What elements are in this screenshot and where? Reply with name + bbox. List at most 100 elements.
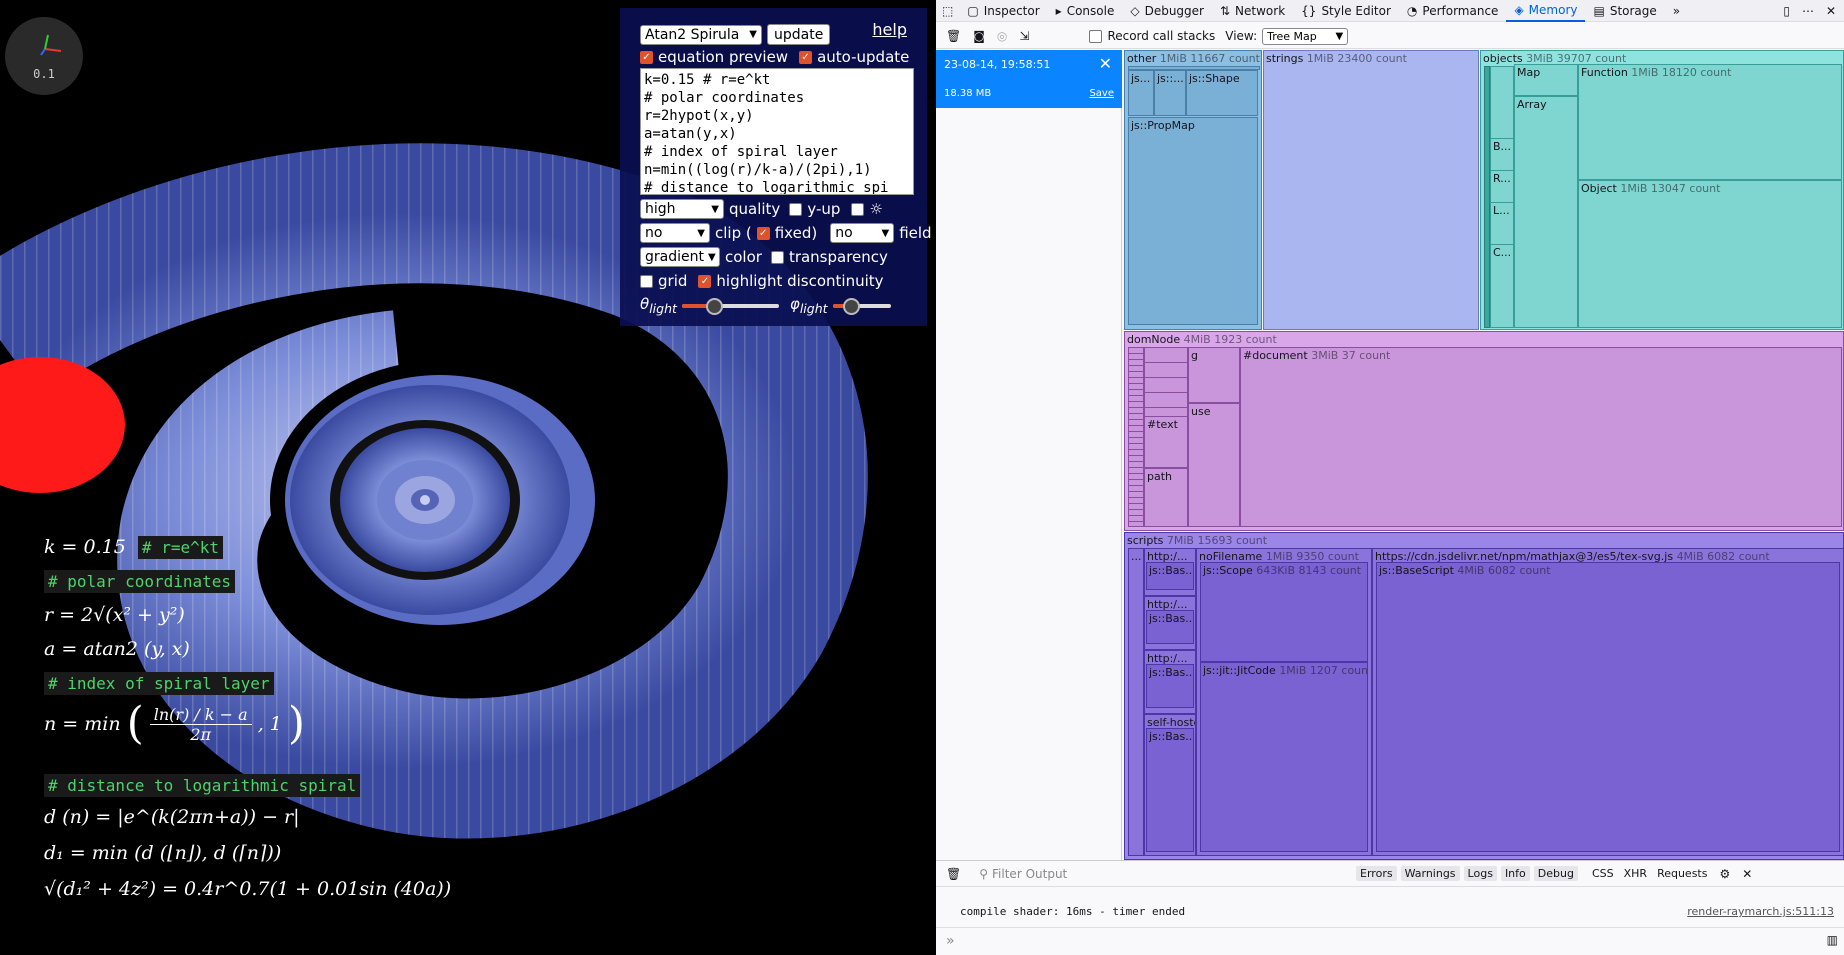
slider-knob[interactable]: [705, 297, 723, 315]
treemap-node[interactable]: js::Bas...: [1146, 728, 1194, 852]
menu-icon[interactable]: ⋯: [1802, 4, 1814, 18]
filter-css[interactable]: CSS: [1592, 867, 1614, 880]
treemap-node[interactable]: Function 1MiB 18120 count: [1578, 64, 1842, 180]
treemap-node[interactable]: #document 3MiB 37 count: [1240, 347, 1842, 527]
auto-update-checkbox[interactable]: ✓: [799, 50, 813, 64]
tab-debugger[interactable]: ◇ Debugger: [1122, 0, 1212, 22]
code-line: # distance to logarithmic spi: [644, 180, 889, 195]
filter-warnings[interactable]: Warnings: [1400, 866, 1460, 881]
tab-memory[interactable]: ◈ Memory: [1506, 0, 1586, 22]
gear-icon[interactable]: ⚙: [1719, 867, 1730, 881]
filter-info[interactable]: Info: [1500, 866, 1530, 881]
light-checkbox[interactable]: [851, 202, 865, 216]
fixed-label: fixed): [774, 224, 818, 242]
slider-knob[interactable]: [842, 297, 860, 315]
treemap-node[interactable]: path: [1144, 468, 1188, 527]
console-source-link[interactable]: render-raymarch.js:511:13: [1687, 905, 1834, 918]
node-info: 643KiB 8143 count: [1256, 564, 1362, 577]
y-up-checkbox[interactable]: [789, 202, 803, 216]
dock-icon[interactable]: ▯: [1783, 4, 1790, 18]
memory-toolbar: 🗑 ◙ ◎ ⇲ Record call stacks View: Tree Ma…: [936, 24, 1844, 49]
treemap-node[interactable]: strings 1MiB 23400 count: [1263, 50, 1479, 330]
tab-inspector[interactable]: ▢ Inspector: [959, 0, 1047, 22]
tab-network[interactable]: ⇅ Network: [1212, 0, 1293, 22]
close-icon[interactable]: ✕: [1826, 4, 1836, 18]
treemap-node[interactable]: Map: [1514, 64, 1578, 96]
tab-console[interactable]: ▸ Console: [1048, 0, 1123, 22]
filter-requests[interactable]: Requests: [1657, 867, 1707, 880]
highlight-discontinuity-checkbox[interactable]: ✓: [698, 274, 712, 288]
tab-performance[interactable]: ◔ Performance: [1399, 0, 1507, 22]
treemap-node[interactable]: js::BaseScript 4MiB 6082 count: [1376, 562, 1840, 852]
treemap-node[interactable]: js::Bas...: [1146, 610, 1194, 644]
help-link[interactable]: help: [872, 20, 907, 39]
node-label: scripts: [1127, 534, 1164, 547]
treemap-node[interactable]: C...: [1490, 244, 1514, 328]
treemap-node[interactable]: Array: [1514, 96, 1578, 328]
axis-gizmo[interactable]: 0.1: [5, 17, 83, 95]
preset-select[interactable]: Atan2 Spirula ▼: [640, 24, 762, 45]
treemap-node[interactable]: js...: [1128, 70, 1154, 116]
pick-element-icon[interactable]: ⬚: [936, 0, 959, 22]
close-icon[interactable]: ✕: [1742, 867, 1752, 881]
grid-checkbox[interactable]: [640, 274, 653, 288]
treemap-node[interactable]: js::Bas...: [1146, 562, 1194, 590]
fixed-checkbox[interactable]: ✓: [756, 226, 770, 240]
filter-xhr[interactable]: XHR: [1624, 867, 1647, 880]
node-label: Array: [1517, 98, 1547, 111]
editor-mode-icon[interactable]: ▥: [1827, 933, 1838, 947]
eq-denominator: 2π: [190, 724, 212, 744]
treemap-node[interactable]: js::Scope 643KiB 8143 count: [1200, 562, 1368, 662]
clip-select[interactable]: no ▼: [640, 223, 710, 243]
import-icon[interactable]: ⇲: [1019, 29, 1029, 43]
console-input[interactable]: [964, 931, 1814, 951]
treemap-node[interactable]: js::PropMap: [1128, 117, 1258, 325]
equation-preview-checkbox[interactable]: ✓: [640, 50, 653, 64]
filter-logs[interactable]: Logs: [1463, 866, 1497, 881]
snapshot-item[interactable]: 23-08-14, 19:58:51 ✕ 18.38 MB Save: [936, 50, 1122, 108]
camera-icon[interactable]: ◙: [973, 29, 985, 43]
treemap-node[interactable]: use: [1188, 403, 1240, 527]
treemap-node[interactable]: #text: [1144, 416, 1188, 468]
color-select[interactable]: gradient ▼: [640, 247, 720, 267]
close-icon[interactable]: ✕: [1099, 54, 1112, 73]
treemap-node[interactable]: [1128, 347, 1144, 527]
update-button[interactable]: update: [767, 24, 831, 45]
filter-debug[interactable]: Debug: [1533, 866, 1578, 881]
node-label: #document: [1243, 349, 1308, 362]
equation-editor[interactable]: k=0.15 # r=e^kt # polar coordinates r=2h…: [640, 68, 914, 195]
treemap-node[interactable]: Object 1MiB 13047 count: [1578, 180, 1842, 328]
treemap-node[interactable]: g: [1188, 347, 1240, 403]
tab-style-editor[interactable]: {} Style Editor: [1293, 0, 1399, 22]
record-call-stacks-checkbox[interactable]: [1089, 29, 1103, 43]
transparency-checkbox[interactable]: [770, 250, 784, 264]
render-viewport[interactable]: 0.1 Atan2 Spirula ▼ update help ✓ equatio…: [0, 0, 936, 955]
record-icon[interactable]: ◎: [997, 29, 1007, 43]
treemap-node[interactable]: js::Bas...: [1146, 664, 1194, 708]
treemap-node[interactable]: R...: [1490, 170, 1514, 204]
chevron-down-icon: ▼: [697, 227, 705, 239]
treemap-node[interactable]: js::...: [1154, 70, 1186, 116]
save-link[interactable]: Save: [1089, 88, 1114, 99]
theta-light-slider[interactable]: [681, 297, 779, 315]
quality-select[interactable]: high ▼: [640, 199, 724, 219]
eq-text: k = 0.15: [44, 536, 126, 558]
treemap-node[interactable]: js::jit::JitCode 1MiB 1207 count: [1200, 662, 1368, 852]
clip-row: no ▼ clip ( ✓ fixed) no ▼ field: [640, 223, 932, 243]
treemap-node[interactable]: js::Shape: [1186, 70, 1258, 116]
node-label: B...: [1493, 140, 1512, 153]
node-label: g: [1191, 349, 1198, 362]
trash-icon[interactable]: 🗑: [946, 867, 961, 881]
field-select[interactable]: no ▼: [830, 223, 895, 243]
trash-icon[interactable]: 🗑: [946, 29, 961, 43]
view-select[interactable]: Tree Map ▼: [1262, 27, 1349, 45]
node-info: 1MiB 1207 count: [1279, 664, 1368, 677]
tab-storage[interactable]: ▤ Storage: [1585, 0, 1664, 22]
filter-output-input[interactable]: Filter Output: [992, 867, 1352, 881]
color-value: gradient: [645, 249, 704, 265]
filter-errors[interactable]: Errors: [1356, 866, 1397, 881]
more-tabs-icon[interactable]: »: [1665, 0, 1688, 22]
treemap-node[interactable]: ...: [1128, 548, 1144, 856]
phi-light-slider[interactable]: [832, 297, 891, 315]
treemap-node[interactable]: L...: [1490, 202, 1514, 246]
